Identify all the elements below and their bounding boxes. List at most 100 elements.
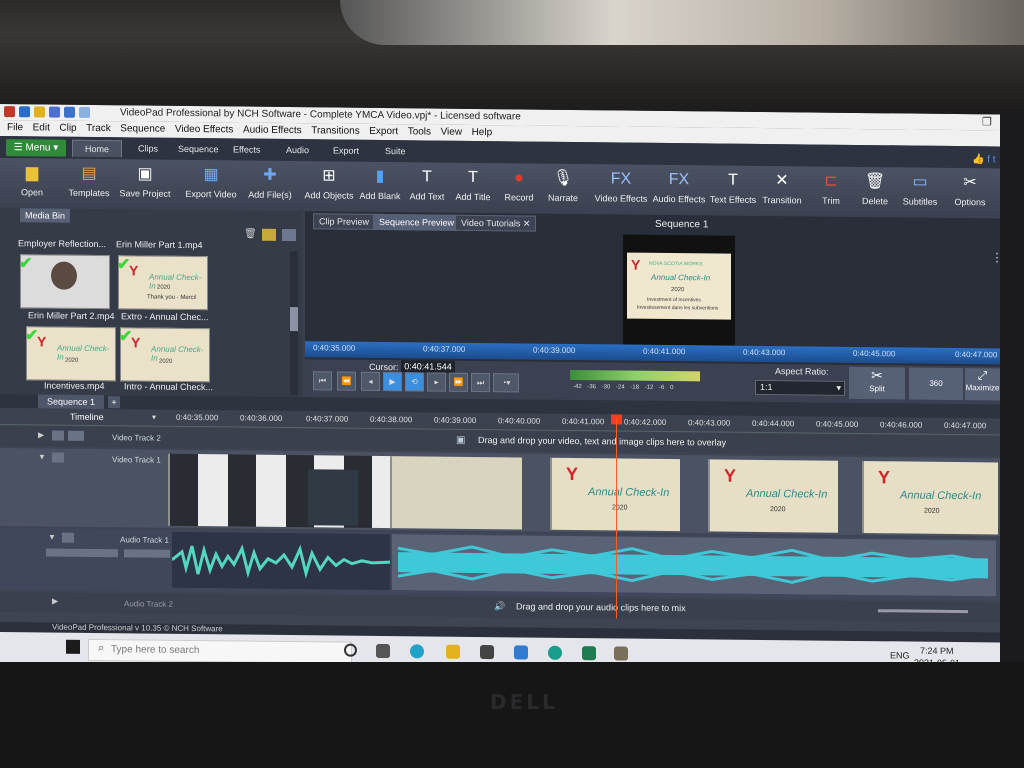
- pan-slider[interactable]: [124, 549, 170, 558]
- aspect-ratio-select[interactable]: 1:1 ▾: [755, 379, 845, 396]
- skip-end-icon[interactable]: ⏭: [471, 372, 490, 393]
- speed-dial-icon[interactable]: ◔▾: [493, 373, 519, 393]
- tab-sequence[interactable]: Sequence: [178, 144, 219, 154]
- language-indicator[interactable]: ENG: [890, 650, 910, 660]
- menu-export[interactable]: Export: [369, 126, 398, 137]
- media-thumbnail[interactable]: ✔ Y Annual Check-In 2020: [25, 326, 116, 382]
- clock-time[interactable]: 7:24 PM: [920, 646, 954, 656]
- video-clip-title-card[interactable]: Y Annual Check-In 2020: [708, 459, 838, 533]
- video-effects-button[interactable]: FX Video Effects: [594, 166, 648, 204]
- store-icon[interactable]: [480, 645, 494, 660]
- menu-tools[interactable]: Tools: [408, 126, 431, 137]
- add-objects-button[interactable]: ⊞ Add Objects: [304, 163, 354, 201]
- chevron-down-icon[interactable]: ▾: [152, 413, 156, 422]
- options-button[interactable]: ✂ Options: [950, 170, 990, 207]
- media-bin-scrollbar[interactable]: [290, 251, 298, 396]
- menu-transitions[interactable]: Transitions: [311, 125, 360, 137]
- open-folder-icon[interactable]: [34, 106, 45, 118]
- tab-audio[interactable]: Audio: [286, 145, 309, 155]
- transition-button[interactable]: ✕ Transition: [760, 168, 804, 205]
- open-button[interactable]: ▆ Open: [12, 160, 52, 197]
- tab-export[interactable]: Export: [333, 145, 359, 155]
- cortana-icon[interactable]: [344, 643, 357, 657]
- delete-button[interactable]: 🗑 Delete: [858, 169, 892, 206]
- narrate-button[interactable]: 🎙 Narrate: [544, 166, 582, 203]
- record-button[interactable]: ● Record: [500, 165, 538, 202]
- track-visibility-icon[interactable]: [52, 452, 64, 463]
- media-thumbnail[interactable]: ✔: [19, 254, 110, 310]
- menu-file[interactable]: File: [7, 122, 23, 133]
- media-thumbnail[interactable]: ✔ Y Annual Check-In 2020 Thank you - Merc…: [117, 255, 208, 311]
- collapse-track-icon[interactable]: ▼: [38, 452, 46, 461]
- menu-sequence[interactable]: Sequence: [120, 123, 165, 134]
- video-clip[interactable]: [390, 456, 522, 530]
- view-toggle-icon[interactable]: [282, 228, 296, 242]
- taskbar-search-input[interactable]: Type here to search: [88, 638, 352, 664]
- new-icon[interactable]: [19, 106, 30, 118]
- audio-track-1[interactable]: ▼ Audio Track 1: [0, 528, 1000, 601]
- add-blank-button[interactable]: ▮ Add Blank: [358, 164, 402, 201]
- menu-track[interactable]: Track: [86, 123, 111, 134]
- playhead[interactable]: [616, 418, 617, 619]
- menu-video-effects[interactable]: Video Effects: [175, 124, 234, 136]
- tab-video-tutorials[interactable]: Video Tutorials ✕: [455, 214, 537, 232]
- menu-edit[interactable]: Edit: [33, 122, 50, 133]
- trash-icon[interactable]: 🗑: [244, 229, 257, 240]
- sequence-tab[interactable]: Sequence 1: [38, 394, 104, 410]
- maximize-button[interactable]: ⤢ Maximize: [965, 368, 1000, 401]
- tab-home[interactable]: Home: [72, 139, 123, 158]
- next-frame-icon[interactable]: ⏩: [449, 372, 468, 392]
- main-menu-button[interactable]: ☰ Menu ▾: [6, 139, 66, 157]
- collapse-track-icon[interactable]: ▼: [48, 533, 56, 542]
- speaker-icon[interactable]: [62, 532, 74, 543]
- save-project-button[interactable]: ▣ Save Project: [117, 161, 173, 199]
- volume-slider[interactable]: [46, 548, 118, 558]
- add-files-button[interactable]: ✚ Add File(s): [246, 163, 294, 201]
- split-button[interactable]: ✂ Split: [849, 366, 905, 400]
- video-clip[interactable]: [168, 453, 392, 529]
- step-forward-icon[interactable]: ▸: [427, 372, 446, 392]
- save-icon[interactable]: [49, 106, 60, 118]
- mail-icon[interactable]: [514, 645, 528, 660]
- step-back-icon[interactable]: ◂: [361, 371, 380, 391]
- tab-clips[interactable]: Clips: [138, 143, 158, 153]
- prev-frame-icon[interactable]: ⏪: [337, 371, 356, 391]
- play-icon[interactable]: ▶: [383, 372, 402, 392]
- video-track-1[interactable]: ▼ Video Track 1 Y Annual Check-In 2020 Y…: [0, 448, 1000, 537]
- audio-waveform[interactable]: [392, 534, 996, 597]
- video-clip-title-card[interactable]: Y Annual Check-In 2020: [550, 457, 680, 532]
- trim-button[interactable]: ⊏ Trim: [814, 169, 848, 206]
- templates-button[interactable]: ▤ Templates: [66, 161, 112, 198]
- media-bin-tab[interactable]: Media Bin: [20, 208, 70, 223]
- outlook-icon[interactable]: [582, 646, 596, 661]
- restore-icon[interactable]: ❐: [982, 115, 992, 128]
- cursor-time-display[interactable]: 0:40:41.544: [401, 360, 455, 373]
- tab-effects[interactable]: Effects: [233, 144, 260, 154]
- expand-track-icon[interactable]: ▶: [38, 430, 44, 439]
- add-sequence-icon[interactable]: +: [108, 396, 120, 409]
- zoom-slider[interactable]: [878, 609, 968, 614]
- folder-icon[interactable]: [262, 228, 276, 241]
- export-video-button[interactable]: ▦ Export Video: [183, 162, 239, 200]
- undo-icon[interactable]: [64, 106, 75, 118]
- add-title-button[interactable]: T Add Title: [452, 165, 494, 202]
- file-explorer-icon[interactable]: [446, 644, 460, 659]
- social-icons[interactable]: 👍 f t: [972, 154, 996, 165]
- media-thumbnail[interactable]: ✔ Y Annual Check-In 2020: [119, 327, 210, 383]
- tab-clip-preview[interactable]: Clip Preview: [313, 213, 376, 230]
- loop-icon[interactable]: ⟲: [405, 372, 424, 392]
- task-view-icon[interactable]: [376, 643, 390, 659]
- text-effects-button[interactable]: T Text Effects: [708, 167, 758, 205]
- expand-track-icon[interactable]: ▶: [52, 597, 58, 606]
- track-visibility-icon[interactable]: [52, 430, 64, 441]
- tab-sequence-preview[interactable]: Sequence Preview: [373, 213, 461, 231]
- skip-start-icon[interactable]: ⏮: [313, 371, 332, 391]
- add-text-button[interactable]: T Add Text: [406, 164, 448, 201]
- close-icon[interactable]: ✕: [523, 218, 531, 228]
- menu-view[interactable]: View: [441, 127, 463, 138]
- menu-clip[interactable]: Clip: [59, 123, 76, 134]
- tab-suite[interactable]: Suite: [385, 146, 406, 156]
- panel-expand-icon[interactable]: ⋮: [991, 250, 1000, 264]
- subtitles-button[interactable]: ▭ Subtitles: [900, 169, 940, 207]
- track-options-icon[interactable]: [68, 430, 84, 441]
